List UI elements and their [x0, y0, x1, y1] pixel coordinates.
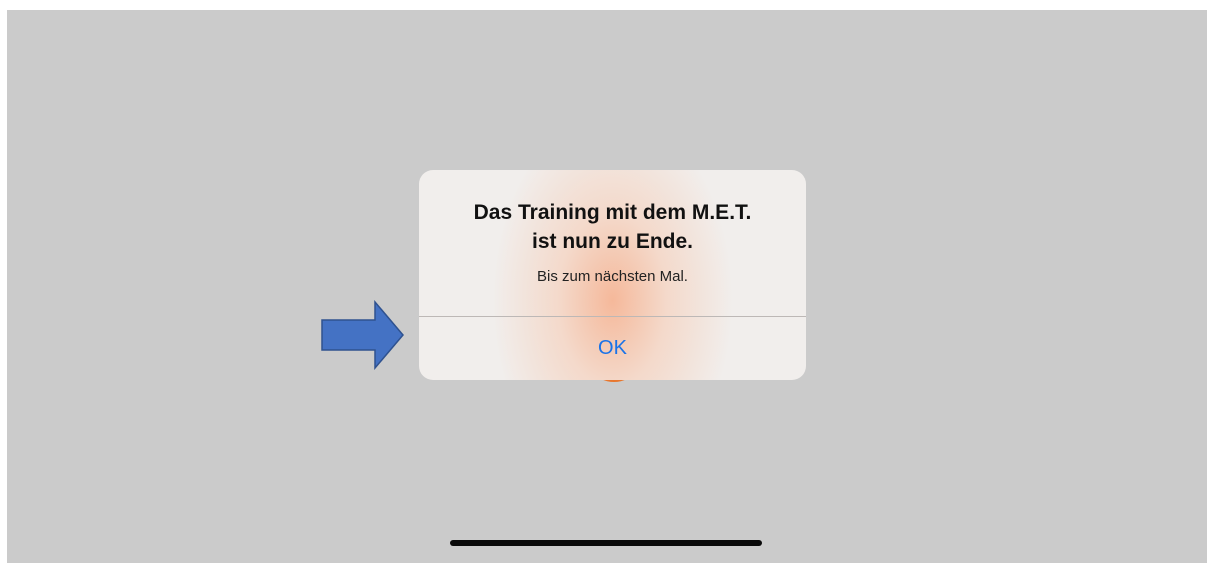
home-indicator[interactable] [450, 540, 762, 546]
alert-title: Das Training mit dem M.E.T. ist nun zu E… [439, 198, 786, 256]
alert-body: Das Training mit dem M.E.T. ist nun zu E… [419, 170, 806, 316]
alert-message: Bis zum nächsten Mal. [537, 268, 688, 285]
alert-dialog: Das Training mit dem M.E.T. ist nun zu E… [419, 170, 806, 380]
right-arrow-icon [321, 300, 404, 370]
app-screen: Das Training mit dem M.E.T. ist nun zu E… [7, 10, 1207, 563]
alert-title-line-2: ist nun zu Ende. [532, 230, 693, 253]
alert-title-line-1: Das Training mit dem M.E.T. [473, 201, 752, 224]
ok-button[interactable]: OK [419, 317, 806, 380]
